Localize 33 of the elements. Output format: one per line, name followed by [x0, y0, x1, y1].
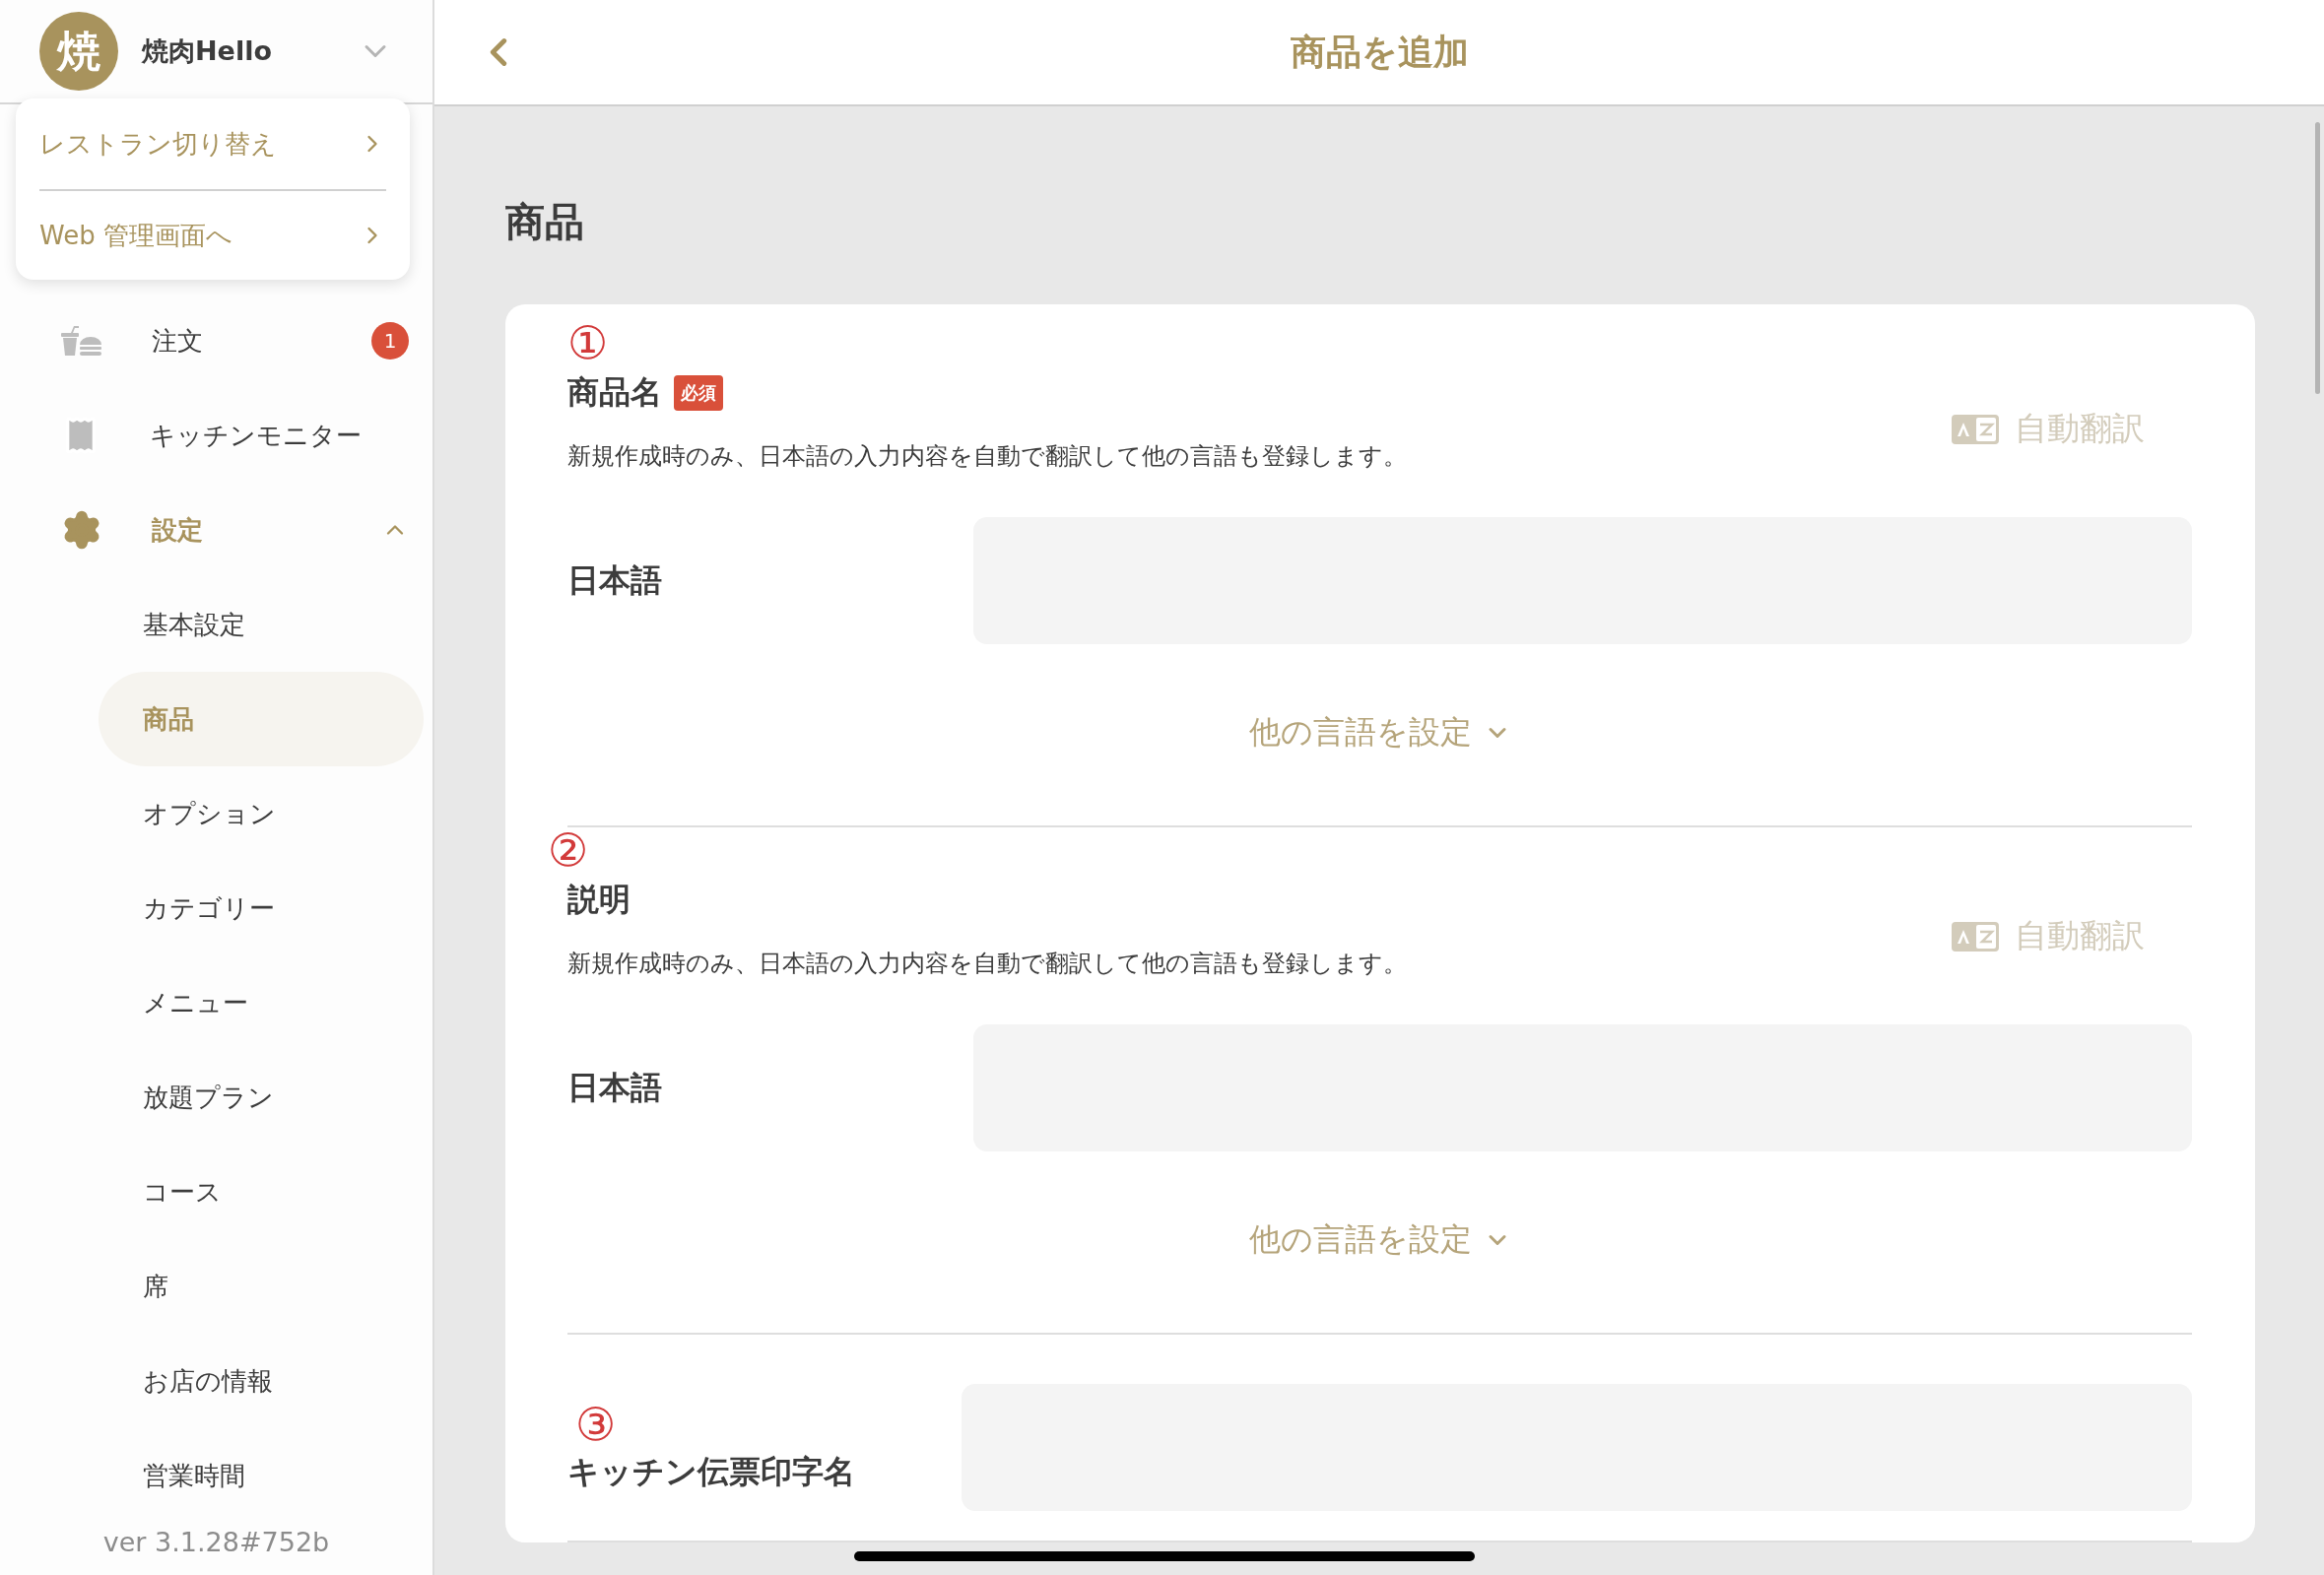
field-note: 新規作成時のみ、日本語の入力内容を自動で翻訳して他の言語も登録します。 [567, 441, 1408, 472]
nav-subitem[interactable]: コース [99, 1145, 424, 1239]
count-badge: 1 [371, 322, 409, 360]
scrollbar[interactable] [2315, 122, 2320, 394]
required-badge: 必須 [674, 375, 723, 411]
restaurant-avatar: 焼 [39, 12, 118, 91]
section-title: 商品 [505, 198, 585, 246]
nav-subitem[interactable]: 放題プラン [99, 1050, 424, 1145]
nav-subitem[interactable]: 営業時間 [99, 1428, 424, 1523]
field-note: 新規作成時のみ、日本語の入力内容を自動で翻訳して他の言語も登録します。 [567, 949, 1408, 979]
nav-subitem[interactable]: メニュー [99, 955, 424, 1050]
nav-subitem[interactable]: 基本設定 [99, 577, 424, 672]
drink-burger-icon [61, 325, 102, 357]
translate-icon [1952, 921, 1999, 952]
language-label: 日本語 [567, 559, 663, 601]
nav-item[interactable]: キッチンモニター [0, 388, 432, 483]
translate-icon [1952, 414, 1999, 444]
restaurant-name: 焼肉Hello [142, 34, 273, 68]
language-label: 日本語 [567, 1067, 663, 1108]
field-label: 説明 [567, 880, 631, 920]
nav-subitem[interactable]: オプション [99, 766, 424, 861]
field-label: キッチン伝票印字名 [567, 1451, 856, 1492]
nav-subitem[interactable]: お店の情報 [99, 1334, 424, 1428]
home-indicator[interactable] [854, 1551, 1475, 1561]
nav-subitem[interactable]: 席 [99, 1239, 424, 1334]
annotation-number: ② [548, 827, 589, 873]
nav-item[interactable]: 注文 1 [0, 294, 432, 388]
version-text: ver 3.1.28#752b [101, 1526, 331, 1557]
nav-subitem[interactable]: カテゴリー [99, 861, 424, 955]
annotation-number: ③ [575, 1401, 617, 1447]
page-title: 商品を追加 [1290, 30, 1469, 74]
field-label: 商品名 [567, 372, 662, 413]
annotation-number: ① [567, 320, 609, 365]
